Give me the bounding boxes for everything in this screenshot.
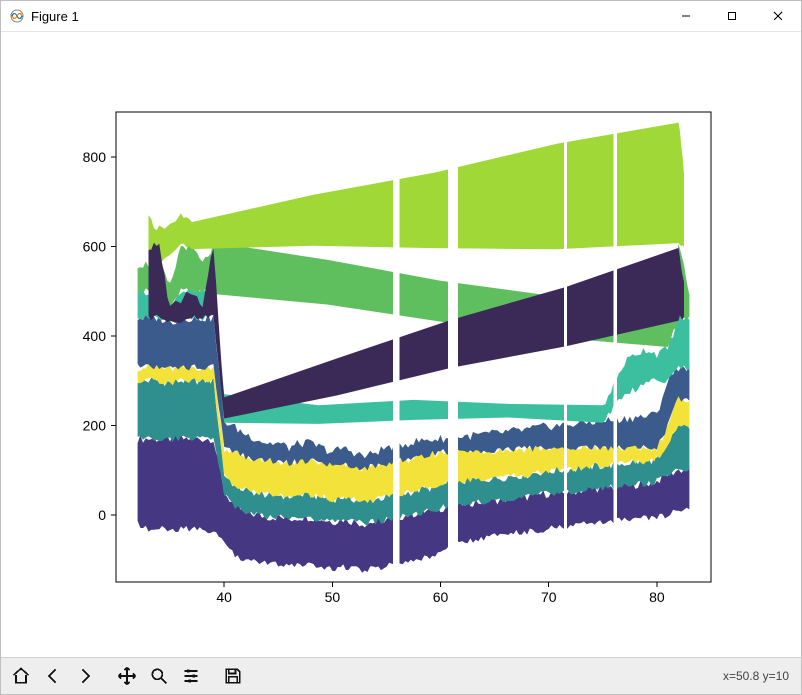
back-button[interactable] — [37, 660, 69, 692]
svg-text:800: 800 — [83, 149, 107, 165]
configure-subplots-button[interactable] — [175, 660, 207, 692]
pan-button[interactable] — [111, 660, 143, 692]
save-icon — [223, 666, 243, 686]
maximize-button[interactable] — [709, 1, 755, 31]
move-icon — [117, 666, 137, 686]
svg-text:40: 40 — [216, 589, 232, 605]
cursor-coords: x=50.8 y=10 — [723, 669, 797, 683]
window: Figure 1 40506070800200400600800 — [0, 0, 802, 695]
svg-text:80: 80 — [649, 589, 665, 605]
svg-text:200: 200 — [83, 417, 107, 433]
zoom-button[interactable] — [143, 660, 175, 692]
close-button[interactable] — [755, 1, 801, 31]
home-icon — [11, 666, 31, 686]
arrow-left-icon — [43, 666, 63, 686]
zoom-icon — [149, 666, 169, 686]
titlebar: Figure 1 — [1, 1, 801, 32]
save-button[interactable] — [217, 660, 249, 692]
forward-button[interactable] — [69, 660, 101, 692]
arrow-right-icon — [75, 666, 95, 686]
svg-text:60: 60 — [433, 589, 449, 605]
sliders-icon — [181, 666, 201, 686]
figure-area[interactable]: 40506070800200400600800 — [1, 32, 801, 657]
svg-text:70: 70 — [541, 589, 557, 605]
window-title: Figure 1 — [31, 9, 79, 24]
svg-text:600: 600 — [83, 238, 107, 254]
svg-text:50: 50 — [325, 589, 341, 605]
minimize-button[interactable] — [663, 1, 709, 31]
nav-toolbar: x=50.8 y=10 — [1, 657, 801, 694]
svg-text:400: 400 — [83, 328, 107, 344]
svg-text:0: 0 — [98, 507, 106, 523]
app-icon — [9, 8, 25, 24]
chart-canvas[interactable]: 40506070800200400600800 — [1, 32, 801, 657]
home-button[interactable] — [5, 660, 37, 692]
